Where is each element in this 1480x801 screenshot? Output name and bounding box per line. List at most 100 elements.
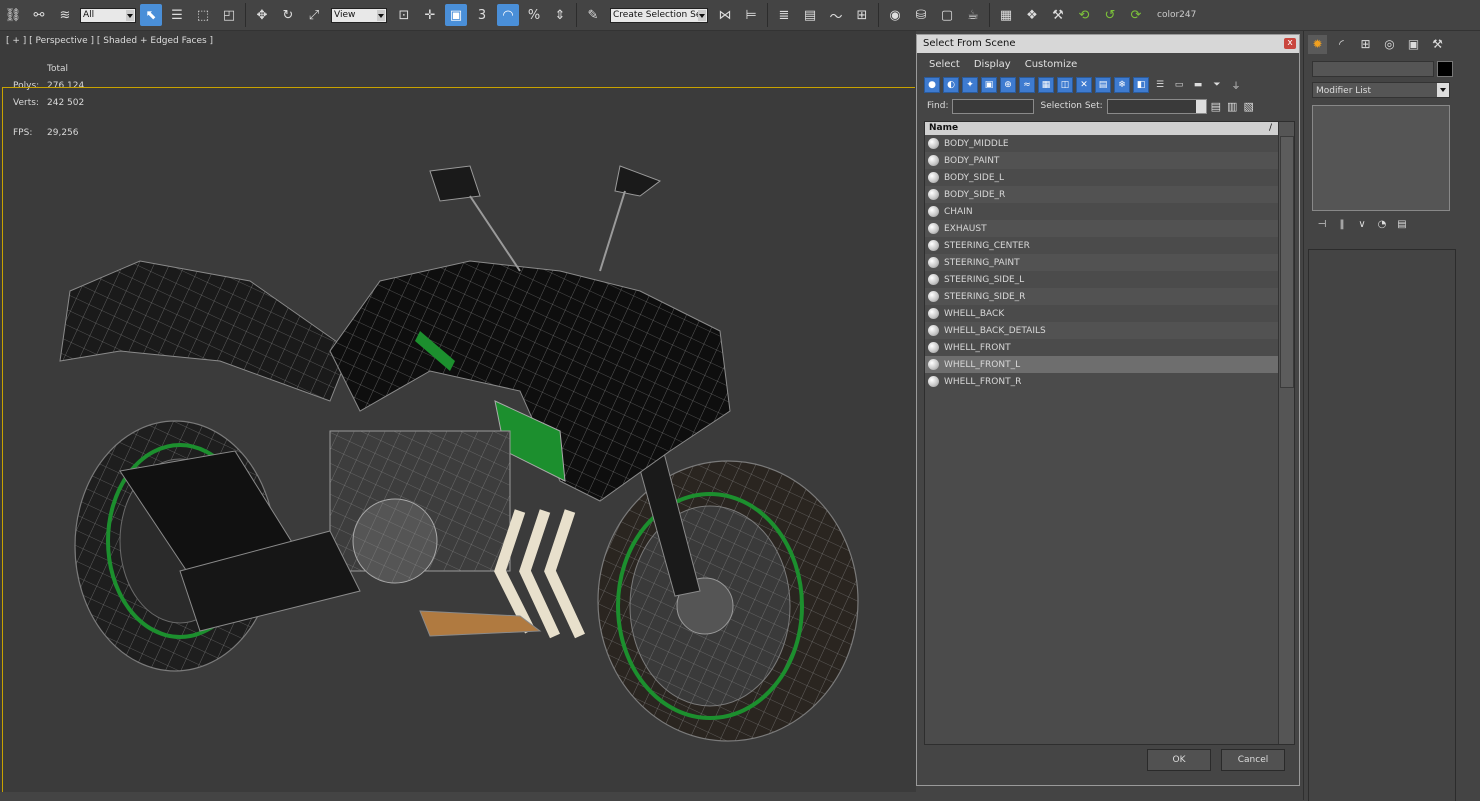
- spinner-snap-icon[interactable]: ⇕: [549, 4, 571, 26]
- list-item[interactable]: STEERING_SIDE_R: [925, 288, 1278, 305]
- move-icon[interactable]: ✥: [251, 4, 273, 26]
- select-by-name-icon[interactable]: ☰: [166, 4, 188, 26]
- bones-filter-icon[interactable]: ✕: [1076, 77, 1092, 93]
- bind-space-warp-icon[interactable]: ≋: [54, 4, 76, 26]
- cubes-icon[interactable]: ❖: [1021, 4, 1043, 26]
- scale-icon[interactable]: ⤢: [303, 4, 325, 26]
- link-icon[interactable]: ⛓: [2, 4, 24, 26]
- perspective-viewport[interactable]: [ + ] [ Perspective ] [ Shaded + Edged F…: [0, 31, 916, 800]
- lights-filter-icon[interactable]: ✦: [962, 77, 978, 93]
- shapes-filter-icon[interactable]: ◐: [943, 77, 959, 93]
- selection-set-dropdown[interactable]: [1106, 98, 1207, 114]
- keyframe-green-icon[interactable]: ⟲: [1073, 4, 1095, 26]
- display-tab-icon[interactable]: ▣: [1404, 35, 1423, 54]
- add-to-set-icon[interactable]: ▥: [1227, 100, 1237, 113]
- list-item[interactable]: BODY_SIDE_R: [925, 186, 1278, 203]
- list-item[interactable]: STEERING_SIDE_L: [925, 271, 1278, 288]
- schematic-view-icon[interactable]: ⊞: [851, 4, 873, 26]
- remove-from-set-icon[interactable]: ▧: [1243, 100, 1253, 113]
- mirror-icon[interactable]: ⋈: [714, 4, 736, 26]
- hierarchy-tab-icon[interactable]: ⊞: [1356, 35, 1375, 54]
- script-icon[interactable]: ▦: [995, 4, 1017, 26]
- geometry-filter-icon[interactable]: ●: [924, 77, 940, 93]
- layer-manager-icon[interactable]: ≣: [773, 4, 795, 26]
- select-all-icon[interactable]: ☰: [1152, 77, 1168, 93]
- list-item[interactable]: BODY_SIDE_L: [925, 169, 1278, 186]
- xrefs-filter-icon[interactable]: ◫: [1057, 77, 1073, 93]
- render-setup-icon[interactable]: ⛁: [910, 4, 932, 26]
- select-none-icon[interactable]: ▭: [1171, 77, 1187, 93]
- dialog-title-bar[interactable]: Select From Scene x: [917, 35, 1299, 53]
- percent-snap-icon[interactable]: %: [523, 4, 545, 26]
- utilities-tab-icon[interactable]: ⚒: [1428, 35, 1447, 54]
- hidden-filter-icon[interactable]: ◧: [1133, 77, 1149, 93]
- menu-display[interactable]: Display: [974, 59, 1011, 70]
- graphite-tools-icon[interactable]: ▤: [799, 4, 821, 26]
- scrollbar-thumb[interactable]: [1280, 136, 1294, 388]
- list-item[interactable]: WHELL_FRONT_L: [925, 356, 1278, 373]
- list-scrollbar[interactable]: [1278, 122, 1294, 744]
- menu-customize[interactable]: Customize: [1025, 59, 1078, 70]
- material-editor-icon[interactable]: ◉: [884, 4, 906, 26]
- list-item[interactable]: CHAIN: [925, 203, 1278, 220]
- find-input[interactable]: [952, 98, 1035, 114]
- named-selection-set-dropdown[interactable]: Create Selection Se: [610, 7, 708, 23]
- motion-tab-icon[interactable]: ◎: [1380, 35, 1399, 54]
- configure-sets-icon[interactable]: ▤: [1392, 219, 1412, 230]
- render-teapot-icon[interactable]: ☕: [962, 4, 984, 26]
- pivot-center-icon[interactable]: ⊡: [393, 4, 415, 26]
- list-item[interactable]: EXHAUST: [925, 220, 1278, 237]
- list-item[interactable]: STEERING_PAINT: [925, 254, 1278, 271]
- filter-icon[interactable]: ⏷: [1209, 77, 1225, 93]
- modifier-stack[interactable]: [1312, 105, 1450, 211]
- new-set-icon[interactable]: ▤: [1211, 100, 1221, 113]
- modify-tab-icon[interactable]: ◜: [1332, 35, 1351, 54]
- object-name-field[interactable]: [1312, 61, 1434, 77]
- list-item[interactable]: STEERING_CENTER: [925, 237, 1278, 254]
- helpers-filter-icon[interactable]: ⊕: [1000, 77, 1016, 93]
- reference-coordinate-dropdown[interactable]: View: [331, 7, 387, 23]
- select-invert-icon[interactable]: ▬: [1190, 77, 1206, 93]
- modifier-list-dropdown[interactable]: Modifier List: [1312, 82, 1450, 98]
- list-item[interactable]: WHELL_BACK: [925, 305, 1278, 322]
- cameras-filter-icon[interactable]: ▣: [981, 77, 997, 93]
- ok-button[interactable]: OK: [1147, 749, 1211, 771]
- close-button[interactable]: x: [1284, 38, 1296, 49]
- list-item[interactable]: WHELL_BACK_DETAILS: [925, 322, 1278, 339]
- menu-select[interactable]: Select: [929, 59, 960, 70]
- unlink-icon[interactable]: ⚯: [28, 4, 50, 26]
- rotate-icon[interactable]: ↻: [277, 4, 299, 26]
- column-header-name[interactable]: Name /: [925, 122, 1278, 135]
- wrench-tool-icon[interactable]: ⚒: [1047, 4, 1069, 26]
- list-item[interactable]: BODY_PAINT: [925, 152, 1278, 169]
- snaps-toggle-icon[interactable]: 3: [471, 4, 493, 26]
- select-manipulate-icon[interactable]: ✛: [419, 4, 441, 26]
- window-crossing-icon[interactable]: ◰: [218, 4, 240, 26]
- list-item[interactable]: BODY_MIDDLE: [925, 135, 1278, 152]
- make-unique-icon[interactable]: ∨: [1352, 219, 1372, 230]
- keyboard-shortcut-override-icon[interactable]: ▣: [445, 4, 467, 26]
- groups-filter-icon[interactable]: ▦: [1038, 77, 1054, 93]
- pin-stack-icon[interactable]: ⊣: [1312, 219, 1332, 230]
- refresh-green-icon[interactable]: ↺: [1099, 4, 1121, 26]
- select-object-icon[interactable]: ⬉: [140, 4, 162, 26]
- align-icon[interactable]: ⊨: [740, 4, 762, 26]
- cancel-button[interactable]: Cancel: [1221, 749, 1285, 771]
- frozen-filter-icon[interactable]: ❄: [1114, 77, 1130, 93]
- selection-filter-dropdown[interactable]: All: [80, 7, 136, 23]
- space-warps-filter-icon[interactable]: ≈: [1019, 77, 1035, 93]
- show-end-result-icon[interactable]: ‖: [1332, 219, 1352, 230]
- list-item[interactable]: WHELL_FRONT: [925, 339, 1278, 356]
- remove-modifier-icon[interactable]: ◔: [1372, 219, 1392, 230]
- rectangular-selection-icon[interactable]: ⬚: [192, 4, 214, 26]
- filter-options-icon[interactable]: ⏚: [1228, 77, 1244, 93]
- list-item[interactable]: WHELL_FRONT_R: [925, 373, 1278, 390]
- object-color-swatch[interactable]: [1437, 61, 1453, 77]
- edit-named-selection-icon[interactable]: ✎: [582, 4, 604, 26]
- play-green-icon[interactable]: ⟳: [1125, 4, 1147, 26]
- angle-snap-icon[interactable]: ◠: [497, 4, 519, 26]
- create-tab-icon[interactable]: ✹: [1308, 34, 1327, 54]
- rendered-frame-window-icon[interactable]: ▢: [936, 4, 958, 26]
- curve-editor-icon[interactable]: 〜: [825, 4, 847, 26]
- containers-filter-icon[interactable]: ▤: [1095, 77, 1111, 93]
